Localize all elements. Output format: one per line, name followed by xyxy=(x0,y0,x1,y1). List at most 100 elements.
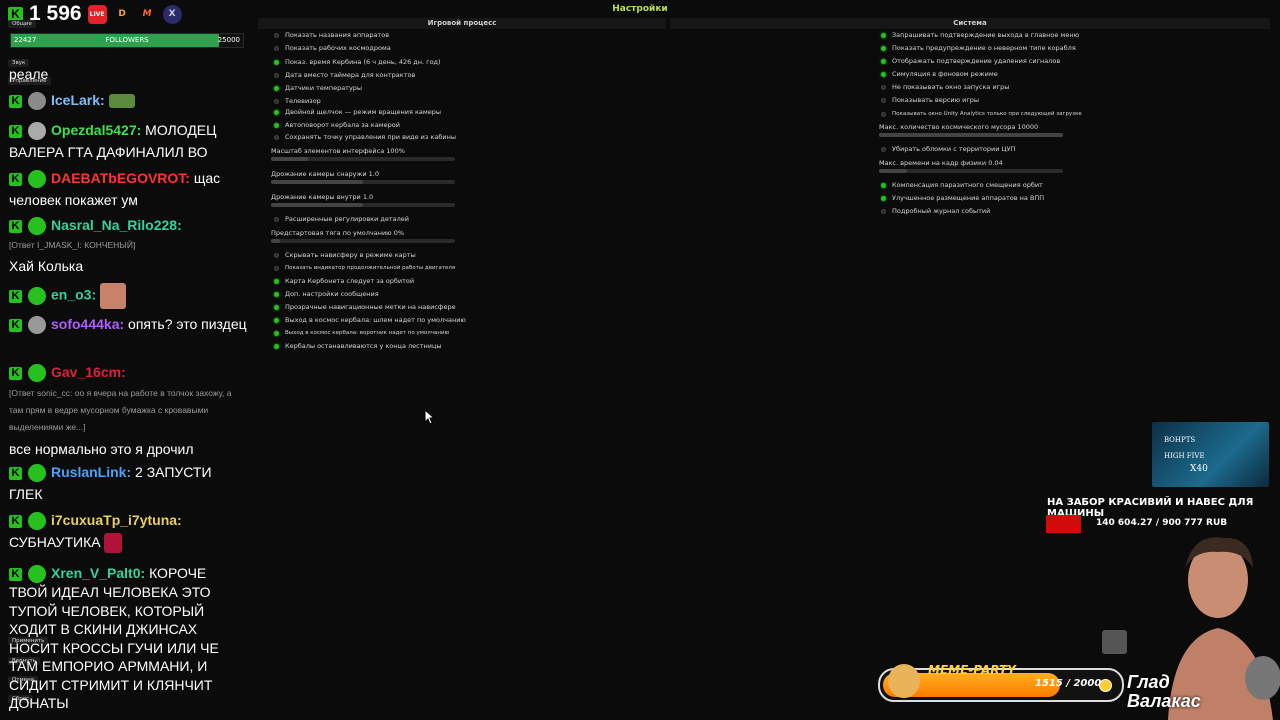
cat-thumbnail-icon xyxy=(1102,630,1127,654)
avatar xyxy=(28,316,46,335)
toggle-off-icon[interactable] xyxy=(274,73,279,78)
toggle-on-icon[interactable] xyxy=(274,331,279,336)
tab-general[interactable]: Общие xyxy=(8,20,36,28)
settings-toggle[interactable]: Карта Кербонета следует за орбитой xyxy=(274,277,414,287)
chat-username[interactable]: Gav_16cm: xyxy=(51,364,126,380)
chat-username[interactable]: i7cuxuaTp_i7ytuna: xyxy=(51,512,182,528)
settings-toggle-label: Сохранять точку управления при виде из к… xyxy=(285,133,456,141)
settings-toggle[interactable]: Подробный журнал событий xyxy=(881,207,990,217)
settings-slider[interactable] xyxy=(879,133,1063,137)
chat-username[interactable]: Opezdal5427: xyxy=(51,122,141,138)
settings-toggle[interactable]: Расширенные регулировки деталей xyxy=(274,215,409,225)
settings-toggle[interactable]: Выход в космос кербала: воротник надет п… xyxy=(274,329,449,339)
settings-slider[interactable] xyxy=(271,203,455,207)
donation-goal-title: НА ЗАБОР КРАСИВИЙ И НАВЕС ДЛЯ МАШИНЫ xyxy=(1047,497,1254,519)
slider-label: Предстартовая тяга по умолчанию 0% xyxy=(271,229,404,237)
settings-toggle[interactable]: Прозрачные навигационные метки на нависф… xyxy=(274,303,456,313)
toggle-on-icon[interactable] xyxy=(274,110,279,115)
toggle-off-icon[interactable] xyxy=(274,135,279,140)
toggle-on-icon[interactable] xyxy=(881,46,886,51)
toggle-off-icon[interactable] xyxy=(881,209,886,214)
chat-text: опять? это пиздец xyxy=(128,316,247,332)
toggle-on-icon[interactable] xyxy=(274,123,279,128)
settings-toggle[interactable]: Показать названия аппаратов xyxy=(274,31,389,41)
chat-username[interactable]: IceLark: xyxy=(51,92,105,108)
donation-goal-amount: 140 604.27 / 900 777 RUB xyxy=(1096,518,1228,528)
toggle-on-icon[interactable] xyxy=(881,196,886,201)
settings-toggle[interactable]: Компенсация паразитного смещения орбит xyxy=(881,181,1043,191)
settings-toggle[interactable]: Выход в космос кербала: шлем надет по ум… xyxy=(274,316,466,326)
toggle-on-icon[interactable] xyxy=(881,72,886,77)
chat-username[interactable]: RuslanLink: xyxy=(51,464,131,480)
toggle-on-icon[interactable] xyxy=(274,279,279,284)
settings-toggle[interactable]: Дата вместо таймера для контрактов xyxy=(274,71,415,81)
streamer-name: Глад Валакас xyxy=(1127,673,1201,711)
toggle-off-icon[interactable] xyxy=(274,99,279,104)
settings-slider[interactable] xyxy=(271,157,455,161)
settings-slider[interactable] xyxy=(271,180,455,184)
toggle-on-icon[interactable] xyxy=(881,33,886,38)
chat-username[interactable]: Xren_V_Palt0: xyxy=(51,565,145,581)
avatar xyxy=(28,92,46,111)
settings-toggle[interactable]: Датчики температуры xyxy=(274,84,362,94)
settings-toggle[interactable]: Показать индикатор продолжительной работ… xyxy=(274,264,455,274)
x-platform-icon: X xyxy=(162,4,182,24)
settings-toggle[interactable]: Двойной щелчок — режим вращения камеры xyxy=(274,108,441,118)
settings-toggle[interactable]: Скрывать нависферу в режиме карты xyxy=(274,251,416,261)
settings-toggle[interactable]: Показывать окно Unity Analytics только п… xyxy=(881,110,1082,120)
avatar xyxy=(28,122,46,141)
chat-message: K Nasral_Na_Rilo228: xyxy=(9,214,247,236)
kick-badge-icon: K xyxy=(9,466,22,480)
settings-toggle[interactable]: Отображать подтверждение удаления сигнал… xyxy=(881,57,1060,67)
toggle-on-icon[interactable] xyxy=(274,60,279,65)
toggle-on-icon[interactable] xyxy=(274,344,279,349)
m-platform-icon: M xyxy=(142,9,152,19)
chat-username[interactable]: Nasral_Na_Rilo228: xyxy=(51,217,182,233)
settings-slider[interactable] xyxy=(271,239,455,243)
toggle-on-icon[interactable] xyxy=(274,292,279,297)
settings-slider[interactable] xyxy=(879,169,1063,173)
kick-badge-icon: K xyxy=(9,124,22,138)
promo-line-2: HIGH FIVE xyxy=(1164,452,1205,460)
toggle-off-icon[interactable] xyxy=(274,266,279,271)
settings-toggle-label: Компенсация паразитного смещения орбит xyxy=(892,181,1043,189)
settings-toggle[interactable]: Запрашивать подтверждение выхода в главн… xyxy=(881,31,1079,41)
chat-username[interactable]: en_o3: xyxy=(51,287,96,303)
toggle-off-icon[interactable] xyxy=(274,217,279,222)
toggle-on-icon[interactable] xyxy=(274,318,279,323)
toggle-off-icon[interactable] xyxy=(274,46,279,51)
kick-badge-icon: K xyxy=(9,318,22,332)
slider-value: 1.0 xyxy=(368,170,379,178)
toggle-on-icon[interactable] xyxy=(881,183,886,188)
toggle-off-icon[interactable] xyxy=(881,147,886,152)
chat-message: Ksofo444ka: опять? это пиздец xyxy=(9,313,247,335)
avatar xyxy=(28,217,46,236)
settings-toggle[interactable]: Доп. настройки сообщения xyxy=(274,290,379,300)
settings-toggle[interactable]: Симуляция в фоновом режиме xyxy=(881,70,998,80)
toggle-off-icon[interactable] xyxy=(274,253,279,258)
settings-toggle[interactable]: Автоповорот кербала за камерой xyxy=(274,121,400,131)
toggle-off-icon[interactable] xyxy=(881,112,886,117)
toggle-off-icon[interactable] xyxy=(881,98,886,103)
toggle-off-icon[interactable] xyxy=(274,33,279,38)
toggle-on-icon[interactable] xyxy=(274,305,279,310)
settings-toggle-label: Показать индикатор продолжительной работ… xyxy=(285,265,456,271)
slider-fill xyxy=(879,133,1063,137)
toggle-on-icon[interactable] xyxy=(274,86,279,91)
settings-toggle[interactable]: Показать рабочих космодрома xyxy=(274,44,391,54)
settings-toggle[interactable]: Сохранять точку управления при виде из к… xyxy=(274,133,456,143)
toggle-off-icon[interactable] xyxy=(881,85,886,90)
slider-fill xyxy=(879,169,907,173)
settings-toggle[interactable]: Кербалы останавливаются у конца лестницы xyxy=(274,342,442,352)
settings-toggle[interactable]: Улучшенное размещение аппаратов на ВПП xyxy=(881,194,1044,204)
settings-toggle[interactable]: Показ. время Кербина (6 ч день, 426 дн. … xyxy=(274,58,441,68)
coin-icon xyxy=(1099,679,1112,692)
settings-toggle[interactable]: Показывать версию игры xyxy=(881,96,979,106)
chat-username[interactable]: DAEBATbEGOVROT: xyxy=(51,170,190,186)
settings-toggle[interactable]: Телевизор xyxy=(274,97,321,107)
chat-username[interactable]: sofo444ka: xyxy=(51,316,124,332)
toggle-on-icon[interactable] xyxy=(881,59,886,64)
settings-toggle[interactable]: Убирать обломки с территории ЦУП xyxy=(881,145,1015,155)
settings-toggle[interactable]: Показать предупреждение о неверном типе … xyxy=(881,44,1076,54)
settings-toggle[interactable]: Не показывать окно запуска игры xyxy=(881,83,1009,93)
